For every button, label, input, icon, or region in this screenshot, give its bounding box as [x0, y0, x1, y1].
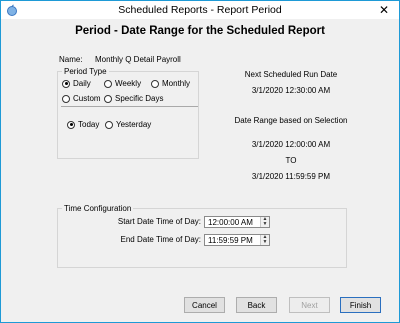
title-bar[interactable]: Scheduled Reports - Report Period ✕ — [1, 1, 399, 19]
start-time-label: Start Date Time of Day: — [117, 217, 201, 226]
next-run-label: Next Scheduled Run Date — [244, 70, 338, 79]
radio-custom[interactable]: Custom — [62, 94, 101, 103]
time-configuration-legend: Time Configuration — [64, 204, 132, 213]
radio-yesterday-label: Yesterday — [116, 120, 152, 129]
end-time-label: End Date Time of Day: — [120, 235, 201, 244]
finish-button[interactable]: Finish — [340, 297, 381, 313]
report-period-dialog: Scheduled Reports - Report Period ✕ Peri… — [0, 0, 400, 323]
radio-weekly-label: Weekly — [115, 79, 142, 88]
radio-today[interactable]: Today — [67, 120, 99, 129]
date-range-label: Date Range based on Selection — [234, 116, 348, 125]
radio-monthly-label: Monthly — [162, 79, 191, 88]
window-title: Scheduled Reports - Report Period — [118, 4, 282, 16]
start-time-field[interactable]: 12:00:00 AM ▲ ▼ — [204, 216, 270, 228]
radio-daily[interactable]: Daily — [62, 79, 91, 88]
radio-custom-label: Custom — [73, 94, 101, 103]
radio-specific-days-label: Specific Days — [115, 94, 164, 103]
date-range-start: 3/1/2020 12:00:00 AM — [251, 140, 331, 149]
radio-daily-indicator — [62, 79, 70, 88]
next-run-value: 3/1/2020 12:30:00 AM — [251, 86, 331, 95]
cancel-button[interactable]: Cancel — [184, 297, 225, 313]
spin-down-icon[interactable]: ▼ — [261, 222, 269, 227]
radio-custom-indicator — [62, 94, 70, 103]
name-label: Name: — [59, 55, 83, 64]
spin-down-icon[interactable]: ▼ — [261, 240, 269, 245]
dialog-body: Period - Date Range for the Scheduled Re… — [1, 19, 399, 322]
radio-today-label: Today — [78, 120, 100, 129]
radio-specific-days-indicator — [104, 94, 112, 103]
radio-daily-label: Daily — [73, 79, 91, 88]
radio-yesterday-indicator — [105, 120, 113, 129]
back-button[interactable]: Back — [236, 297, 277, 313]
radio-specific-days[interactable]: Specific Days — [104, 94, 163, 103]
radio-monthly-indicator — [151, 79, 159, 88]
end-time-value: 11:59:59 PM — [208, 236, 253, 245]
end-time-spinner[interactable]: ▲ ▼ — [260, 235, 269, 245]
start-time-value: 12:00:00 AM — [208, 218, 253, 227]
next-button[interactable]: Next — [289, 297, 330, 313]
radio-monthly[interactable]: Monthly — [151, 79, 190, 88]
start-time-spinner[interactable]: ▲ ▼ — [260, 217, 269, 227]
radio-weekly-indicator — [104, 79, 112, 88]
page-heading: Period - Date Range for the Scheduled Re… — [75, 25, 325, 37]
close-icon[interactable]: ✕ — [377, 3, 391, 17]
radio-today-indicator — [67, 120, 75, 129]
radio-weekly[interactable]: Weekly — [104, 79, 141, 88]
period-type-legend: Period Type — [64, 67, 107, 76]
date-range-to: TO — [285, 156, 297, 165]
radio-yesterday[interactable]: Yesterday — [105, 120, 151, 129]
report-name: Monthly Q Detail Payroll — [95, 55, 181, 64]
period-divider — [61, 106, 198, 107]
end-time-field[interactable]: 11:59:59 PM ▲ ▼ — [204, 234, 270, 246]
date-range-end: 3/1/2020 11:59:59 PM — [251, 172, 331, 181]
